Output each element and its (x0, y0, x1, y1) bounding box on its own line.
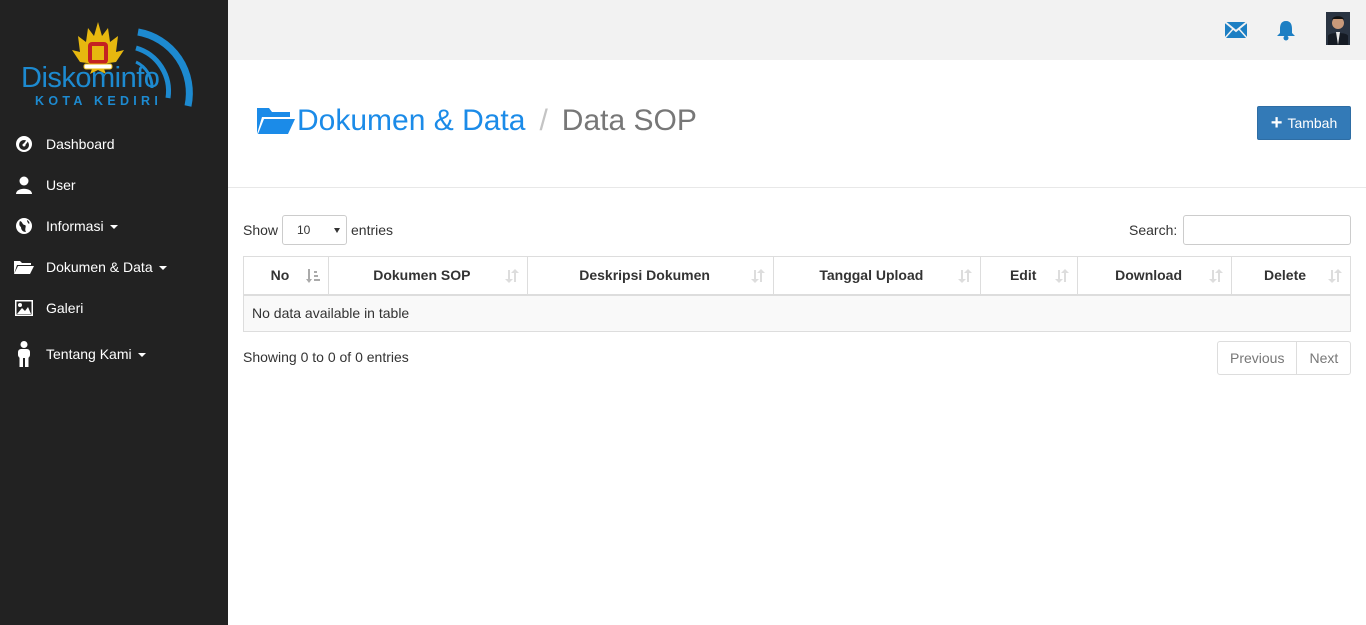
table-row: No data available in table (243, 294, 1351, 332)
sidebar-item-dokumen-data[interactable]: Dokumen & Data (0, 246, 228, 287)
avatar[interactable] (1326, 12, 1350, 45)
topbar (228, 0, 1366, 60)
sidebar-nav: Dashboard User Informasi Dokumen & Data … (0, 123, 228, 379)
sidebar-item-label: User (46, 176, 76, 193)
picture-icon (14, 298, 34, 318)
sort-icon (1055, 269, 1070, 283)
bell-icon[interactable] (1275, 19, 1297, 41)
plus-icon: + (1270, 112, 1283, 134)
sort-icon (1328, 269, 1342, 283)
previous-button[interactable]: Previous (1218, 342, 1296, 374)
folder-open-icon (14, 257, 34, 277)
search-input[interactable] (1183, 215, 1351, 245)
search-label: Search: (1129, 222, 1178, 238)
column-header-delete[interactable]: Delete (1231, 256, 1351, 296)
sidebar-item-dashboard[interactable]: Dashboard (0, 123, 228, 164)
table-controls: Show 10 entries Search: (243, 214, 1351, 246)
sidebar-item-label: Dashboard (46, 135, 115, 152)
sidebar-item-user[interactable]: User (0, 164, 228, 205)
chevron-down-icon (137, 352, 146, 357)
diskominfo-logo[interactable]: Diskominfo KOTA KEDIRI (18, 18, 210, 114)
next-button[interactable]: Next (1296, 342, 1350, 374)
sidebar-item-label: Tentang Kami (46, 346, 146, 362)
person-icon (14, 340, 34, 367)
breadcrumb-separator: / (539, 104, 548, 137)
sort-icon (504, 269, 519, 283)
page-title: Data SOP (561, 104, 697, 137)
sort-asc-icon (305, 269, 320, 283)
sort-icon (958, 269, 973, 283)
entries-label: entries (351, 222, 394, 238)
sort-icon (1209, 269, 1224, 283)
globe-icon (14, 216, 34, 236)
brand-subtitle: KOTA KEDIRI (35, 94, 163, 108)
sidebar-item-tentang-kami[interactable]: Tentang Kami (0, 328, 228, 379)
chevron-down-icon (109, 224, 118, 229)
sidebar: Diskominfo KOTA KEDIRI Dashboard User In… (0, 0, 228, 625)
add-button[interactable]: + Tambah (1257, 106, 1351, 140)
sidebar-item-label: Dokumen & Data (46, 259, 167, 275)
sidebar-item-label: Galeri (46, 299, 84, 316)
breadcrumb-main[interactable]: Dokumen & Data (297, 104, 525, 138)
page-header: Dokumen & Data / Data SOP + Tambah (228, 60, 1366, 188)
table-info: Showing 0 to 0 of 0 entries (243, 349, 409, 365)
entries-length-select[interactable]: 10 (282, 215, 347, 245)
table-header-row: No Dokumen SOP Deskripsi Dokumen Tanggal… (243, 256, 1351, 296)
sop-table: No Dokumen SOP Deskripsi Dokumen Tanggal… (243, 256, 1351, 332)
sidebar-item-label: Informasi (46, 218, 118, 234)
pagination: Previous Next (1217, 341, 1352, 375)
column-header-download[interactable]: Download (1077, 256, 1233, 296)
dashboard-icon (14, 134, 34, 154)
chevron-down-icon (334, 228, 340, 233)
column-header-no[interactable]: No (243, 256, 329, 296)
sort-icon (751, 269, 766, 283)
show-label: Show (243, 222, 279, 238)
add-button-label: Tambah (1287, 115, 1338, 131)
breadcrumb: Dokumen & Data / Data SOP (257, 104, 697, 138)
folder-open-icon (257, 108, 295, 134)
column-header-dokumen-sop[interactable]: Dokumen SOP (327, 256, 528, 296)
sidebar-item-informasi[interactable]: Informasi (0, 205, 228, 246)
column-header-deskripsi-dokumen[interactable]: Deskripsi Dokumen (526, 256, 775, 296)
envelope-icon[interactable] (1225, 19, 1247, 41)
brand-name: Diskominfo (21, 62, 160, 94)
sidebar-item-galeri[interactable]: Galeri (0, 287, 228, 328)
column-header-edit[interactable]: Edit (980, 256, 1079, 296)
entries-length-value: 10 (297, 223, 311, 237)
column-header-tanggal-upload[interactable]: Tanggal Upload (773, 256, 982, 296)
user-icon (14, 175, 34, 195)
empty-table-message: No data available in table (243, 294, 1351, 332)
chevron-down-icon (158, 265, 167, 270)
